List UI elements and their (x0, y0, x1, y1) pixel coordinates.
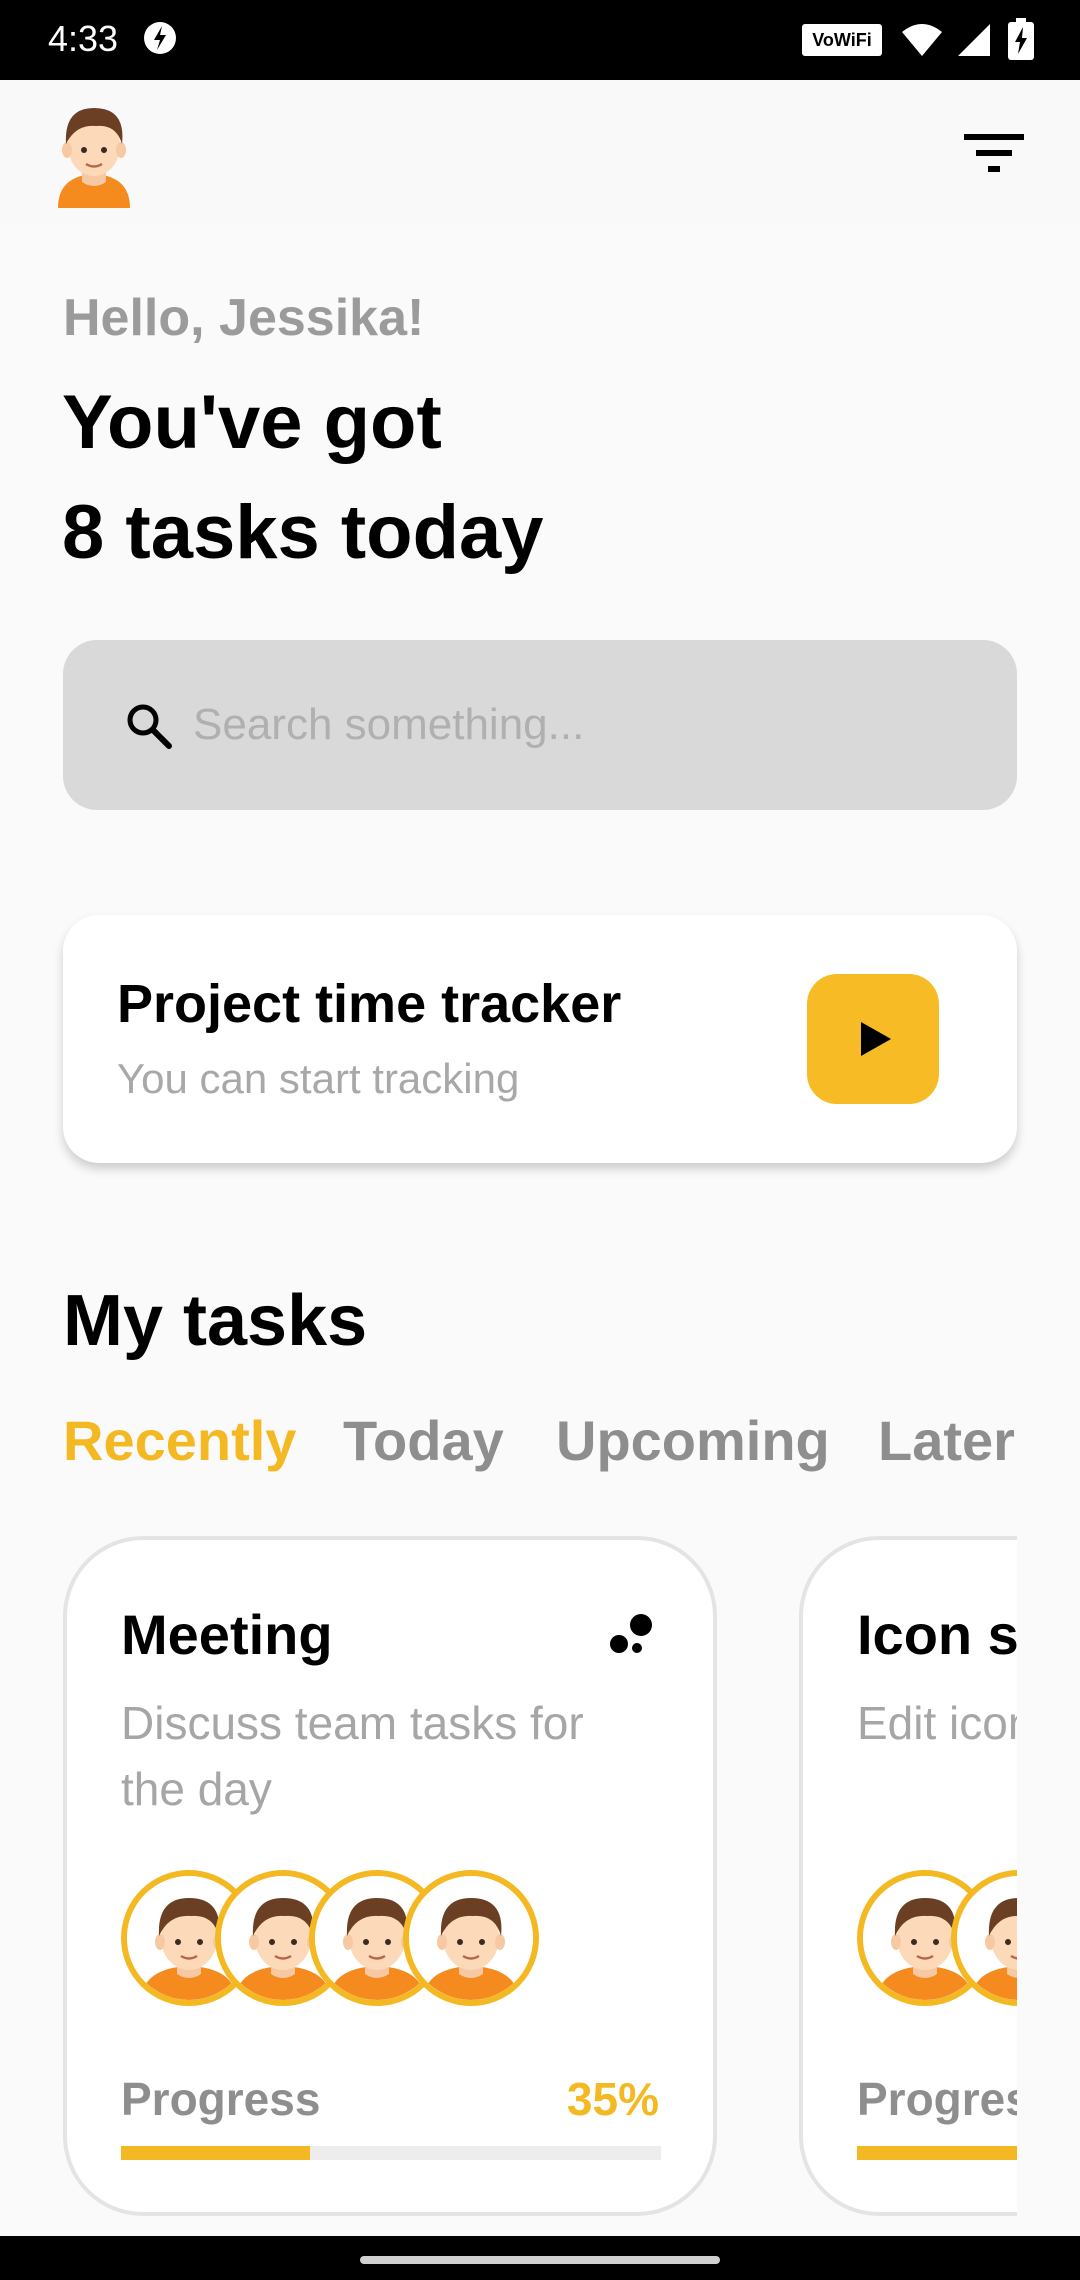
app-header (0, 80, 1080, 226)
status-time: 4:33 (48, 18, 119, 59)
more-options-icon[interactable] (607, 1612, 655, 1656)
vowifi-badge: VoWiFi (802, 24, 882, 56)
filter-icon[interactable] (960, 128, 1028, 176)
progress-bar (857, 2146, 1017, 2160)
progress-bar (121, 2146, 661, 2160)
task-cards-carousel[interactable]: Meeting Discuss team tasks for the day P… (63, 1534, 1017, 2218)
progress-bar-fill (857, 2146, 1017, 2160)
title-line-2: 8 tasks today (62, 490, 544, 575)
time-tracker-card[interactable]: Project time tracker You can start track… (63, 915, 1017, 1163)
progress-value: 35% (566, 2073, 659, 2125)
start-tracking-button[interactable] (807, 974, 939, 1104)
task-member-avatars (121, 1870, 721, 2006)
task-card-title: Icon set (857, 1603, 1017, 1666)
progress-bar-fill (121, 2146, 310, 2160)
tracker-subtitle: You can start tracking (117, 1055, 520, 1102)
search-placeholder: Search something... (193, 700, 585, 749)
system-nav-bar (0, 2236, 1080, 2280)
wifi-icon (902, 24, 942, 56)
title-line-1: You've got (62, 380, 442, 465)
status-bar: 4:33 VoWiFi (0, 0, 1080, 80)
signal-icon (958, 24, 990, 56)
tracker-title: Project time tracker (117, 974, 622, 1034)
play-icon (861, 1022, 891, 1056)
app-screen: 4:33 VoWiFi Hello, Jessika! You've got 8… (0, 0, 1080, 2280)
task-card-icon-set[interactable]: Icon set Edit icons Progress (799, 1536, 1017, 2216)
tab-today[interactable]: Today (343, 1408, 504, 1473)
tab-upcoming[interactable]: Upcoming (556, 1408, 830, 1473)
task-card-title: Meeting (121, 1603, 333, 1666)
battery-charging-icon (1008, 18, 1034, 60)
search-input[interactable]: Search something... (63, 640, 1017, 810)
member-avatar (403, 1870, 539, 2006)
greeting-text: Hello, Jessika! (63, 289, 425, 347)
home-gesture-handle[interactable] (360, 2256, 720, 2264)
progress-label: Progress (121, 2073, 321, 2125)
task-card-description: Discuss team tasks for the day (121, 1697, 584, 1815)
tab-later[interactable]: Later (878, 1408, 1015, 1473)
task-member-avatars (857, 1870, 1017, 2006)
task-filter-tabs: Recently Today Upcoming Later (63, 1408, 1017, 1478)
task-card-description: Edit icons (857, 1697, 1017, 1749)
my-tasks-heading: My tasks (63, 1281, 368, 1361)
task-card-meeting[interactable]: Meeting Discuss team tasks for the day P… (63, 1536, 717, 2216)
user-avatar-icon[interactable] (52, 98, 136, 208)
app-notification-icon (144, 22, 176, 54)
page-title: You've got 8 tasks today (62, 368, 544, 588)
progress-label: Progress (857, 2073, 1017, 2125)
search-icon (127, 704, 172, 749)
tab-recently[interactable]: Recently (63, 1408, 296, 1473)
